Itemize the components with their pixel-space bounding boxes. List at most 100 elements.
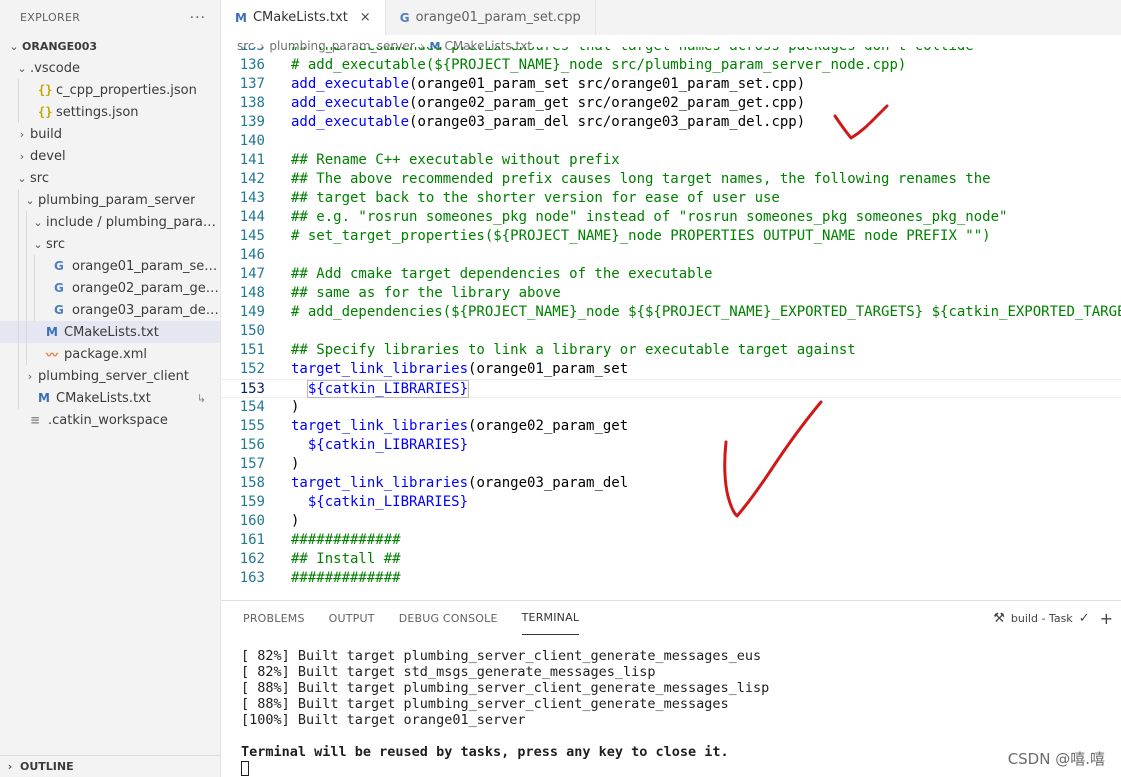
tree-item[interactable]: 〰 package.xml — [0, 343, 220, 365]
indent-guide — [18, 255, 19, 277]
code-keyword: target_link_libraries — [291, 475, 469, 491]
code-line[interactable]: 145 # set_target_properties(${PROJECT_NAM… — [221, 227, 1121, 246]
code-line[interactable]: 140 — [221, 132, 1121, 151]
code-line[interactable]: 156 ${catkin_LIBRARIES} — [221, 436, 1121, 455]
add-terminal-icon[interactable]: + — [1100, 609, 1113, 628]
line-number: 138 — [239, 95, 265, 111]
code-text: ${catkin_LIBRARIES} — [291, 380, 470, 399]
tree-item[interactable]: ⌄ ORANGE003 — [0, 35, 220, 57]
tree-item[interactable]: › build — [0, 123, 220, 145]
code-line[interactable]: 162 ## Install ## — [221, 550, 1121, 569]
tab-cmakelists[interactable]: M CMakeLists.txt × — [221, 0, 386, 35]
code-line[interactable]: 135 ## The recommended prefix ensures tha… — [221, 47, 1121, 56]
code-line[interactable]: 142 ## The above recommended prefix cause… — [221, 170, 1121, 189]
xml-file-icon: 〰 — [46, 347, 59, 362]
panel-tab-debug-console[interactable]: DEBUG CONSOLE — [399, 601, 498, 635]
editor-area: M CMakeLists.txt × G orange01_param_set.… — [221, 0, 1121, 600]
panel-actions: ⚒ build - Task ✓ + — [993, 609, 1113, 628]
code-keyword: target_link_libraries — [291, 418, 469, 434]
tree-item[interactable]: › devel — [0, 145, 220, 167]
code-editor[interactable]: 135 ## The recommended prefix ensures tha… — [221, 47, 1121, 600]
code-line[interactable]: 141 ## Rename C++ executable without pref… — [221, 151, 1121, 170]
tree-item[interactable]: ⌄ .vscode — [0, 57, 220, 79]
tree-item[interactable]: M CMakeLists.txt — [0, 321, 220, 343]
tree-item[interactable]: ≡ .catkin_workspace — [0, 409, 220, 431]
code-line[interactable]: 159 ${catkin_LIBRARIES} — [221, 493, 1121, 512]
code-line[interactable]: 148 ## same as for the library above — [221, 284, 1121, 303]
code-line[interactable]: 143 ## target back to the shorter version… — [221, 189, 1121, 208]
tree-item[interactable]: M CMakeLists.txt ↳ — [0, 387, 220, 409]
code-line[interactable]: 150 — [221, 322, 1121, 341]
panel-tabs: PROBLEMS OUTPUT DEBUG CONSOLE TERMINAL — [221, 601, 1121, 635]
code-line[interactable]: 139 add_executable(orange03_param_del src… — [221, 113, 1121, 132]
code-line[interactable]: 161 ############# — [221, 531, 1121, 550]
code-line[interactable]: 152 target_link_libraries(orange01_param_… — [221, 360, 1121, 379]
explorer-sidebar: EXPLORER ··· ⌄ ORANGE003 ⌄ .vscode{} c_cpp_p… — [0, 0, 221, 777]
code-comment: ## Install ## — [291, 551, 401, 567]
indent-guide — [26, 277, 27, 299]
terminal-output[interactable]: [ 82%] Built target plumbing_server_clie… — [241, 648, 769, 776]
line-number: 144 — [239, 209, 265, 225]
task-label[interactable]: build - Task — [1011, 612, 1073, 625]
tab-orange01-param-set[interactable]: G orange01_param_set.cpp — [386, 0, 596, 35]
indent-guide — [26, 321, 27, 343]
code-line[interactable]: 157) — [221, 455, 1121, 474]
code-line[interactable]: 146 — [221, 246, 1121, 265]
panel-tab-terminal[interactable]: TERMINAL — [521, 601, 580, 635]
code-token: (orange03_param_del src/orange03_param_d… — [409, 114, 806, 130]
panel-tab-problems[interactable]: PROBLEMS — [243, 601, 305, 635]
chevron-down-icon: ⌄ — [33, 215, 43, 229]
code-line[interactable]: 154) — [221, 398, 1121, 417]
outline-section[interactable]: › OUTLINE — [0, 755, 220, 777]
tree-item[interactable]: ⌄ include / plumbing_param... — [0, 211, 220, 233]
code-line[interactable]: 149 # add_dependencies(${PROJECT_NAME}_no… — [221, 303, 1121, 322]
tree-item-label: plumbing_param_server — [38, 192, 196, 208]
tree-item[interactable]: ⌄ src — [0, 167, 220, 189]
code-keyword: ${catkin_LIBRARIES} — [307, 437, 469, 453]
code-line[interactable]: 160) — [221, 512, 1121, 531]
tree-item[interactable]: Gorange01_param_set.cpp — [0, 255, 220, 277]
code-line[interactable]: 136 # add_executable(${PROJECT_NAME}_node… — [221, 56, 1121, 75]
tools-icon[interactable]: ⚒ — [993, 611, 1005, 626]
tree-item[interactable]: › plumbing_server_client — [0, 365, 220, 387]
more-actions-icon[interactable]: ··· — [190, 10, 206, 26]
close-icon[interactable]: × — [360, 10, 371, 25]
indent-guide — [26, 299, 27, 321]
code-keyword: add_executable — [291, 76, 410, 92]
tab-label: orange01_param_set.cpp — [415, 10, 581, 25]
terminal-line: [ 88%] Built target plumbing_server_clie… — [241, 680, 770, 696]
indent-guide — [26, 255, 27, 277]
bottom-panel: PROBLEMS OUTPUT DEBUG CONSOLE TERMINAL ⚒ bu… — [221, 600, 1121, 777]
tree-item-label: src — [46, 236, 65, 252]
chevron-down-icon: ⌄ — [17, 61, 27, 75]
chevron-down-icon: ⌄ — [9, 39, 19, 53]
code-text: ${catkin_LIBRARIES} — [291, 493, 468, 512]
code-text: ## target back to the shorter version fo… — [291, 189, 780, 208]
code-line[interactable]: 137 add_executable(orange01_param_set src… — [221, 75, 1121, 94]
tree-item[interactable]: {} c_cpp_properties.json — [0, 79, 220, 101]
code-line[interactable]: 144 ## e.g. "rosrun someones_pkg node" in… — [221, 208, 1121, 227]
code-line[interactable]: 163 ############# — [221, 569, 1121, 588]
code-keyword: add_executable — [291, 114, 410, 130]
code-token: (orange02_param_get — [468, 418, 629, 434]
editor-tabs: M CMakeLists.txt × G orange01_param_set.… — [221, 0, 1121, 35]
tree-item[interactable]: ⌄ plumbing_param_server — [0, 189, 220, 211]
panel-tab-output[interactable]: OUTPUT — [329, 601, 375, 635]
code-token: (orange03_param_del — [468, 475, 629, 491]
tree-item-label: include / plumbing_param... — [46, 214, 220, 230]
code-line[interactable]: 138 add_executable(orange02_param_get src… — [221, 94, 1121, 113]
tree-item[interactable]: {} settings.json — [0, 101, 220, 123]
code-keyword: ${catkin_LIBRARIES} — [306, 380, 470, 398]
terminal-prompt[interactable] — [241, 760, 769, 776]
code-line[interactable]: 153 ${catkin_LIBRARIES} — [221, 379, 1121, 398]
check-icon[interactable]: ✓ — [1079, 611, 1090, 626]
code-line[interactable]: 151 ## Specify libraries to link a librar… — [221, 341, 1121, 360]
code-line[interactable]: 158 target_link_libraries(orange03_param_… — [221, 474, 1121, 493]
code-line[interactable]: 155 target_link_libraries(orange02_param_… — [221, 417, 1121, 436]
tree-item[interactable]: ⌄ src — [0, 233, 220, 255]
tree-item[interactable]: Gorange03_param_del.cpp — [0, 299, 220, 321]
code-comment: ## same as for the library above — [291, 285, 561, 301]
tree-item[interactable]: Gorange02_param_get.cpp — [0, 277, 220, 299]
code-line[interactable]: 147 ## Add cmake target dependencies of t… — [221, 265, 1121, 284]
